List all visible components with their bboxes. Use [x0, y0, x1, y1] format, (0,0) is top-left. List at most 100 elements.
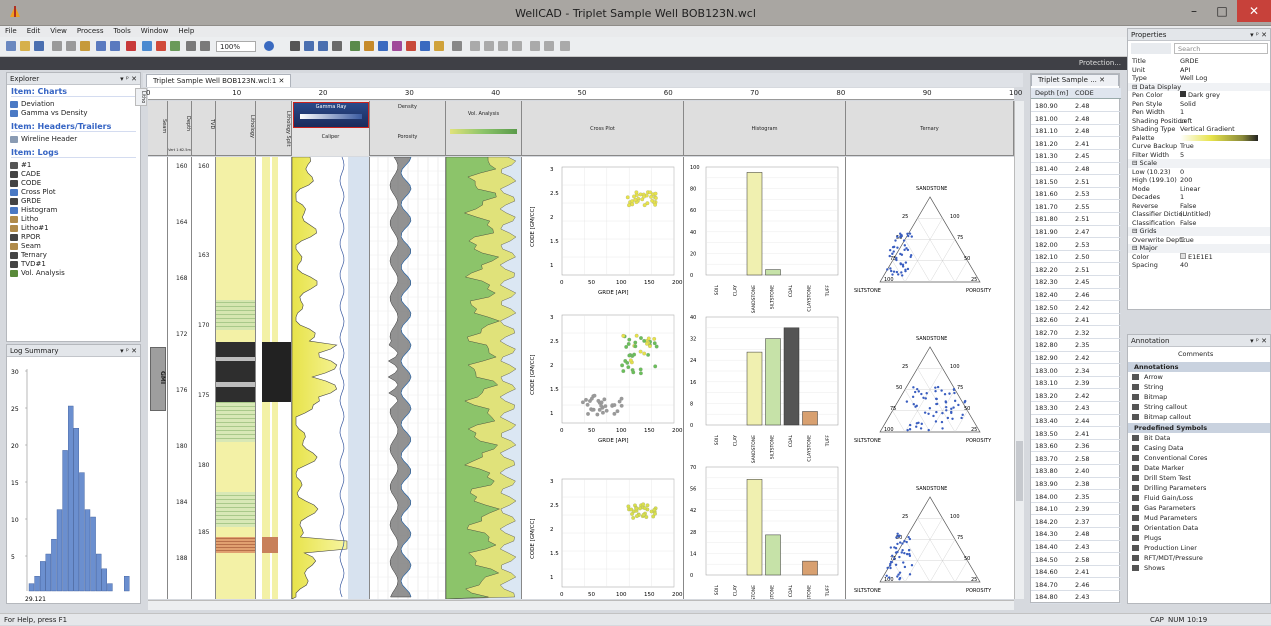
property-row[interactable]: ⊟ Grids	[1128, 227, 1270, 236]
table-row[interactable]: 182.30 2.45	[1031, 276, 1121, 289]
property-row[interactable]: Palette	[1128, 134, 1270, 143]
table-row[interactable]: 182.40 2.46	[1031, 289, 1121, 302]
property-row[interactable]: Classifier Dictio... (Untitled)	[1128, 210, 1270, 219]
open-icon[interactable]	[20, 41, 30, 51]
table-row[interactable]: 184.00 2.35	[1031, 491, 1121, 503]
move-icon[interactable]	[304, 41, 314, 51]
table-row[interactable]: 181.80 2.51	[1031, 213, 1121, 226]
explorer-item[interactable]: CODE	[7, 179, 140, 188]
explorer-item[interactable]: TVD#1	[7, 260, 140, 269]
table-row[interactable]: 182.80 2.35	[1031, 339, 1121, 352]
pointer-icon[interactable]	[290, 41, 300, 51]
undo-icon[interactable]	[96, 41, 106, 51]
symbol-item[interactable]: Orientation Data	[1128, 523, 1270, 533]
header-ternary[interactable]: Ternary	[846, 101, 1014, 156]
table-row[interactable]: 182.20 2.51	[1031, 264, 1121, 277]
minimize-button[interactable]: –	[1179, 0, 1209, 22]
property-row[interactable]: Shading Position Left	[1128, 117, 1270, 126]
symbol-item[interactable]: RFT/MDT/Pressure	[1128, 553, 1270, 563]
table-row[interactable]: 180.90 2.48	[1031, 100, 1121, 113]
select-icon[interactable]	[332, 41, 342, 51]
property-row[interactable]: Pen Color Dark grey	[1128, 91, 1270, 100]
explorer-item[interactable]: CADE	[7, 170, 140, 179]
explorer-item[interactable]: Histogram	[7, 206, 140, 215]
table-row[interactable]: 184.20 2.37	[1031, 516, 1121, 529]
filter-icon[interactable]	[170, 41, 180, 51]
property-row[interactable]: Decades 1	[1128, 193, 1270, 202]
new-icon[interactable]	[6, 41, 16, 51]
explorer-section[interactable]: Item: Logs	[11, 147, 136, 158]
explorer-item[interactable]: Ternary	[7, 251, 140, 260]
explorer-item[interactable]: Litho#1	[7, 224, 140, 233]
align-left-icon[interactable]	[470, 41, 480, 51]
symbol-item[interactable]: Drilling Parameters	[1128, 483, 1270, 493]
help-icon[interactable]	[264, 41, 274, 51]
menu-view[interactable]: View	[45, 26, 72, 37]
menu-edit[interactable]: Edit	[22, 26, 46, 37]
property-row[interactable]: Pen Width 1	[1128, 108, 1270, 117]
table-row[interactable]: 183.40 2.44	[1031, 415, 1121, 428]
table-row[interactable]: 184.40 2.43	[1031, 541, 1121, 554]
property-row[interactable]: Pen Style Solid	[1128, 100, 1270, 109]
table-row[interactable]: 182.70 2.32	[1031, 327, 1121, 340]
property-row[interactable]: Type Well Log	[1128, 74, 1270, 83]
merge-icon[interactable]	[544, 41, 554, 51]
menu-window[interactable]: Window	[136, 26, 174, 37]
explorer-item[interactable]: Seam	[7, 242, 140, 251]
palette-swatch[interactable]	[1180, 134, 1258, 141]
table-row[interactable]: 181.10 2.48	[1031, 125, 1121, 138]
table-row[interactable]: 181.20 2.41	[1031, 138, 1121, 151]
redo-icon[interactable]	[110, 41, 120, 51]
symbol-item[interactable]: Mud Parameters	[1128, 513, 1270, 523]
explorer-item[interactable]: Gamma vs Density	[7, 109, 140, 118]
annotation-item[interactable]: Bitmap	[1128, 392, 1270, 402]
maximize-button[interactable]: □	[1207, 0, 1237, 22]
header-tvd[interactable]: TVD	[192, 101, 216, 156]
comments-dropdown[interactable]: Comments	[1178, 349, 1238, 359]
tab-triplet-sample-well[interactable]: Triplet Sample Well BOB123N.wcl:1 ✕	[146, 74, 292, 87]
depth-icon[interactable]	[420, 41, 430, 51]
property-row[interactable]: ⊟ Data Display	[1128, 82, 1270, 91]
table-row[interactable]: 182.50 2.42	[1031, 302, 1121, 314]
table-row[interactable]: 183.30 2.43	[1031, 402, 1121, 415]
table-row[interactable]: 183.80 2.40	[1031, 465, 1121, 478]
save-icon[interactable]	[34, 41, 44, 51]
explorer-item[interactable]: RPOR	[7, 233, 140, 242]
insert-log-icon[interactable]	[350, 41, 360, 51]
layout-icon[interactable]	[378, 41, 388, 51]
print-icon[interactable]	[200, 41, 210, 51]
print-preview-icon[interactable]	[186, 41, 196, 51]
table-row[interactable]: 183.90 2.38	[1031, 478, 1121, 491]
header-seam[interactable]: Seam	[148, 101, 168, 156]
annotation-item[interactable]: Bitmap callout	[1128, 412, 1270, 422]
explorer-item[interactable]: Cross Plot	[7, 188, 140, 197]
table-row[interactable]: 181.40 2.48	[1031, 163, 1121, 176]
property-row[interactable]: Low (10.23) 0	[1128, 168, 1270, 177]
property-row[interactable]: High (199.10) 200	[1128, 176, 1270, 185]
symbol-item[interactable]: Casing Data	[1128, 443, 1270, 453]
explorer-item[interactable]: Vol. Analysis	[7, 269, 140, 278]
menu-help[interactable]: Help	[173, 26, 199, 37]
protection-link[interactable]: Protection...	[1079, 59, 1121, 67]
find-icon[interactable]	[142, 41, 152, 51]
symbol-item[interactable]: Fluid Gain/Loss	[1128, 493, 1270, 503]
close-button[interactable]: ✕	[1237, 0, 1271, 22]
symbol-item[interactable]: Date Marker	[1128, 463, 1270, 473]
explorer-item[interactable]: GRDE	[7, 197, 140, 206]
symbol-item[interactable]: Plugs	[1128, 533, 1270, 543]
header-gamma-caliper[interactable]: Gamma Ray Caliper	[292, 101, 370, 156]
vertical-scrollbar[interactable]	[1014, 101, 1024, 599]
close-icon[interactable]: ✕	[279, 77, 285, 85]
symbol-item[interactable]: Gas Parameters	[1128, 503, 1270, 513]
horizontal-scrollbar[interactable]	[148, 600, 1014, 610]
property-row[interactable]: Spacing 40	[1128, 261, 1270, 270]
distribute-icon[interactable]	[512, 41, 522, 51]
explorer-section[interactable]: Item: Headers/Trailers	[11, 121, 136, 132]
symbol-item[interactable]: Conventional Cores	[1128, 453, 1270, 463]
property-row[interactable]: ⊟ Major	[1128, 244, 1270, 253]
anchor-icon[interactable]	[364, 41, 374, 51]
col-code[interactable]: CODE	[1075, 88, 1094, 99]
explorer-item[interactable]: #1	[7, 161, 140, 170]
align-center-icon[interactable]	[484, 41, 494, 51]
cut-icon[interactable]	[52, 41, 62, 51]
